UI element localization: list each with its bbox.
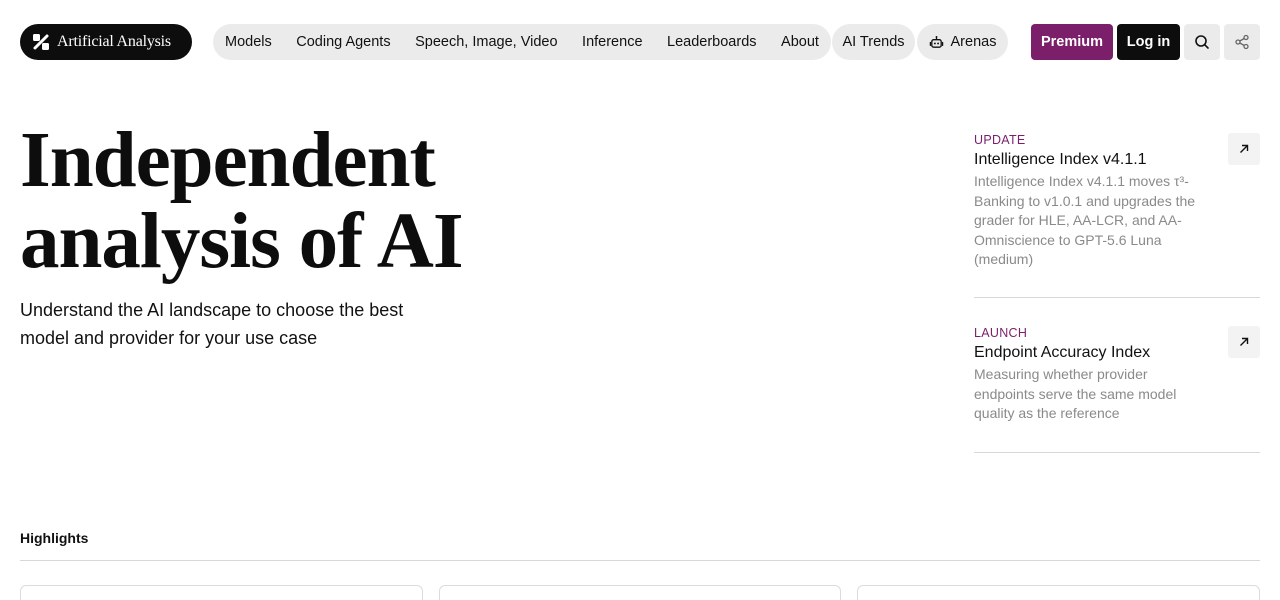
hero-title-line-1: Independent <box>20 117 436 204</box>
logo-icon <box>33 34 49 50</box>
arena-robot-icon <box>929 35 943 48</box>
news-title: Endpoint Accuracy Index <box>974 344 1151 361</box>
nav-ai-trends[interactable]: AI Trends <box>832 24 915 60</box>
share-button[interactable] <box>1224 24 1260 60</box>
news-list: UPDATE Intelligence Index v4.1.1 Intelli… <box>974 128 1260 453</box>
main-nav: Models Coding Agents Speech, Image, Vide… <box>213 24 831 60</box>
nav-arenas-label: Arenas <box>950 34 997 50</box>
nav-inference[interactable]: Inference <box>582 34 642 50</box>
hero-title-line-2: analysis of AI <box>20 198 464 285</box>
highlights-heading: Highlights <box>20 530 89 546</box>
login-button[interactable]: Log in <box>1117 24 1180 60</box>
page: Artificial Analysis Models Coding Agents… <box>0 0 1280 600</box>
nav-coding-agents[interactable]: Coding Agents <box>296 34 390 50</box>
news-title: Intelligence Index v4.1.1 <box>974 151 1147 168</box>
nav-ai-trends-label: AI Trends <box>842 34 905 50</box>
news-open-button[interactable] <box>1228 133 1260 165</box>
search-icon <box>1195 35 1209 49</box>
header: Artificial Analysis Models Coding Agents… <box>20 24 1260 60</box>
logo-text: Artificial Analysis <box>57 33 171 50</box>
highlights-divider <box>20 560 1260 561</box>
hero-subtitle: Understand the AI landscape to choose th… <box>20 300 404 348</box>
highlight-card[interactable] <box>439 585 841 600</box>
news-tag: UPDATE <box>974 133 1026 147</box>
hero-title: Independent analysis of AI <box>20 120 580 282</box>
logo-link[interactable]: Artificial Analysis <box>20 24 192 60</box>
nav-arenas[interactable]: Arenas <box>917 24 1008 60</box>
nav-leaderboards[interactable]: Leaderboards <box>667 34 757 50</box>
news-description: Measuring whether provider endpoints ser… <box>974 366 1177 421</box>
nav-models[interactable]: Models <box>225 34 272 50</box>
arrow-up-right-icon <box>1240 337 1249 346</box>
news-item[interactable]: UPDATE Intelligence Index v4.1.1 Intelli… <box>974 133 1260 298</box>
news-description: Intelligence Index v4.1.1 moves τ³-Banki… <box>974 173 1196 267</box>
news-item[interactable]: LAUNCH Endpoint Accuracy Index Measuring… <box>974 326 1260 453</box>
search-button[interactable] <box>1184 24 1220 60</box>
share-icon <box>1235 34 1249 50</box>
premium-button[interactable]: Premium <box>1031 24 1113 60</box>
highlight-card[interactable] <box>857 585 1260 600</box>
arrow-up-right-icon <box>1240 144 1249 153</box>
nav-speech-image-video[interactable]: Speech, Image, Video <box>415 34 557 50</box>
news-open-button[interactable] <box>1228 326 1260 358</box>
news-tag: LAUNCH <box>974 326 1028 340</box>
nav-about[interactable]: About <box>781 34 819 50</box>
highlight-card[interactable] <box>20 585 423 600</box>
